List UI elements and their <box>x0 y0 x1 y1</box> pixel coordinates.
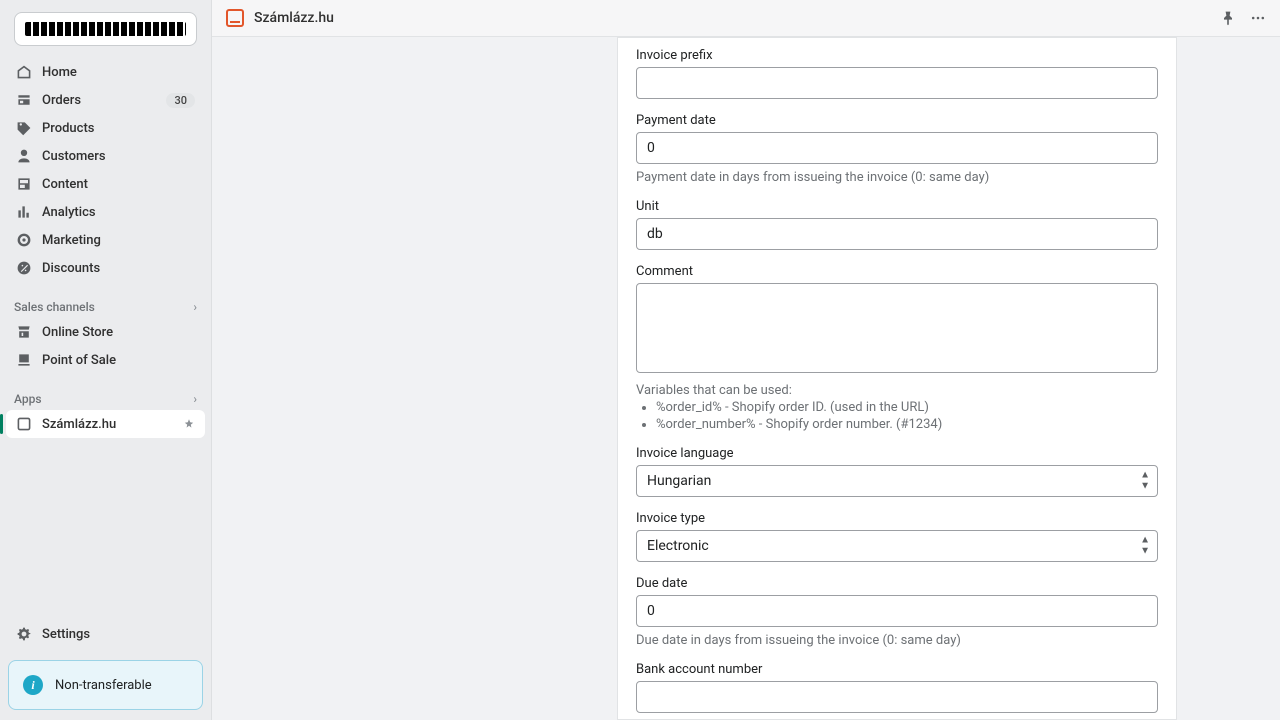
online-store-icon <box>16 324 32 340</box>
sidebar-item-label: Home <box>42 65 195 80</box>
sidebar-item-marketing[interactable]: Marketing <box>6 226 205 254</box>
help-var: %order_id% - Shopify order ID. (used in … <box>656 400 1158 415</box>
sidebar-item-label: Customers <box>42 149 195 164</box>
input-unit[interactable] <box>636 218 1158 250</box>
field-invoice-language: Invoice language Hungarian ▲▼ <box>636 446 1158 497</box>
pin-icon[interactable] <box>1220 10 1236 26</box>
help-var: %order_number% - Shopify order number. (… <box>656 417 1158 432</box>
label-bank-account: Bank account number <box>636 662 1158 677</box>
sidebar-item-label: Marketing <box>42 233 195 248</box>
orders-badge: 30 <box>166 93 195 108</box>
gear-icon <box>16 626 32 642</box>
titlebar: Számlázz.hu <box>212 0 1280 37</box>
help-comment-intro: Variables that can be used: <box>636 383 1158 398</box>
analytics-icon <box>16 204 32 220</box>
help-due-date: Due date in days from issueing the invoi… <box>636 633 1158 648</box>
sales-channels-nav: Online Store Point of Sale <box>0 316 211 376</box>
field-invoice-type: Invoice type Electronic ▲▼ <box>636 511 1158 562</box>
sidebar-item-label: Products <box>42 121 195 136</box>
discounts-icon <box>16 260 32 276</box>
settings-label: Settings <box>42 627 90 642</box>
label-payment-date: Payment date <box>636 113 1158 128</box>
page-title: Számlázz.hu <box>254 10 1210 26</box>
store-select[interactable] <box>14 12 197 46</box>
section-label: Sales channels <box>14 300 95 314</box>
sidebar-item-szamlazz[interactable]: Számlázz.hu <box>6 410 205 438</box>
content-scroll[interactable]: Invoice prefix Payment date Payment date… <box>212 37 1280 720</box>
sidebar-item-label: Discounts <box>42 261 195 276</box>
home-icon <box>16 64 32 80</box>
sidebar-item-label: Orders <box>42 93 156 108</box>
label-invoice-language: Invoice language <box>636 446 1158 461</box>
products-icon <box>16 120 32 136</box>
app-icon <box>16 416 32 432</box>
more-icon[interactable] <box>1250 10 1266 26</box>
help-payment-date: Payment date in days from issueing the i… <box>636 170 1158 185</box>
primary-nav: Home Orders 30 Products Customers Cont <box>0 56 211 284</box>
select-invoice-type[interactable]: Electronic <box>636 530 1158 562</box>
field-unit: Unit <box>636 199 1158 250</box>
input-invoice-prefix[interactable] <box>636 67 1158 99</box>
sidebar-item-orders[interactable]: Orders 30 <box>6 86 205 114</box>
pos-icon <box>16 352 32 368</box>
label-invoice-prefix: Invoice prefix <box>636 48 1158 63</box>
label-comment: Comment <box>636 264 1158 279</box>
label-due-date: Due date <box>636 576 1158 591</box>
info-alert: i Non-transferable <box>8 660 203 710</box>
marketing-icon <box>16 232 32 248</box>
section-label: Apps <box>14 392 42 406</box>
input-payment-date[interactable] <box>636 132 1158 164</box>
textarea-comment[interactable] <box>636 283 1158 373</box>
sales-channels-header[interactable]: Sales channels › <box>0 294 211 316</box>
sidebar-item-label: Point of Sale <box>42 353 195 368</box>
field-comment: Comment Variables that can be used: %ord… <box>636 264 1158 432</box>
sidebar-item-label: Online Store <box>42 325 195 340</box>
sidebar-item-online-store[interactable]: Online Store <box>6 318 205 346</box>
sidebar-item-label: Analytics <box>42 205 195 220</box>
app-logo-icon <box>226 9 244 27</box>
store-name-redacted <box>25 22 186 36</box>
sidebar: Home Orders 30 Products Customers Cont <box>0 0 212 720</box>
sidebar-item-label: Content <box>42 177 195 192</box>
field-payment-date: Payment date Payment date in days from i… <box>636 113 1158 185</box>
sidebar-item-discounts[interactable]: Discounts <box>6 254 205 282</box>
settings-card: Invoice prefix Payment date Payment date… <box>617 37 1177 720</box>
chevron-right-icon: › <box>193 392 197 406</box>
field-due-date: Due date Due date in days from issueing … <box>636 576 1158 648</box>
customers-icon <box>16 148 32 164</box>
sidebar-item-home[interactable]: Home <box>6 58 205 86</box>
apps-nav: Számlázz.hu <box>0 408 211 440</box>
settings-side-description <box>212 37 587 720</box>
field-invoice-prefix: Invoice prefix <box>636 48 1158 99</box>
field-bank-account: Bank account number <box>636 662 1158 713</box>
orders-icon <box>16 92 32 108</box>
content-icon <box>16 176 32 192</box>
info-icon: i <box>23 675 43 695</box>
alert-text: Non-transferable <box>55 678 152 693</box>
sidebar-item-customers[interactable]: Customers <box>6 142 205 170</box>
sidebar-item-label: Számlázz.hu <box>42 417 173 432</box>
chevron-right-icon: › <box>193 300 197 314</box>
pin-icon[interactable] <box>183 418 195 430</box>
input-due-date[interactable] <box>636 595 1158 627</box>
sidebar-item-analytics[interactable]: Analytics <box>6 198 205 226</box>
apps-header[interactable]: Apps › <box>0 386 211 408</box>
help-comment-vars: %order_id% - Shopify order ID. (used in … <box>636 400 1158 432</box>
input-bank-account[interactable] <box>636 681 1158 713</box>
sidebar-item-settings[interactable]: Settings <box>0 618 211 650</box>
label-unit: Unit <box>636 199 1158 214</box>
sidebar-item-pos[interactable]: Point of Sale <box>6 346 205 374</box>
select-invoice-language[interactable]: Hungarian <box>636 465 1158 497</box>
label-invoice-type: Invoice type <box>636 511 1158 526</box>
sidebar-item-content[interactable]: Content <box>6 170 205 198</box>
sidebar-item-products[interactable]: Products <box>6 114 205 142</box>
main: Számlázz.hu Invoice prefix Payment date <box>212 0 1280 720</box>
